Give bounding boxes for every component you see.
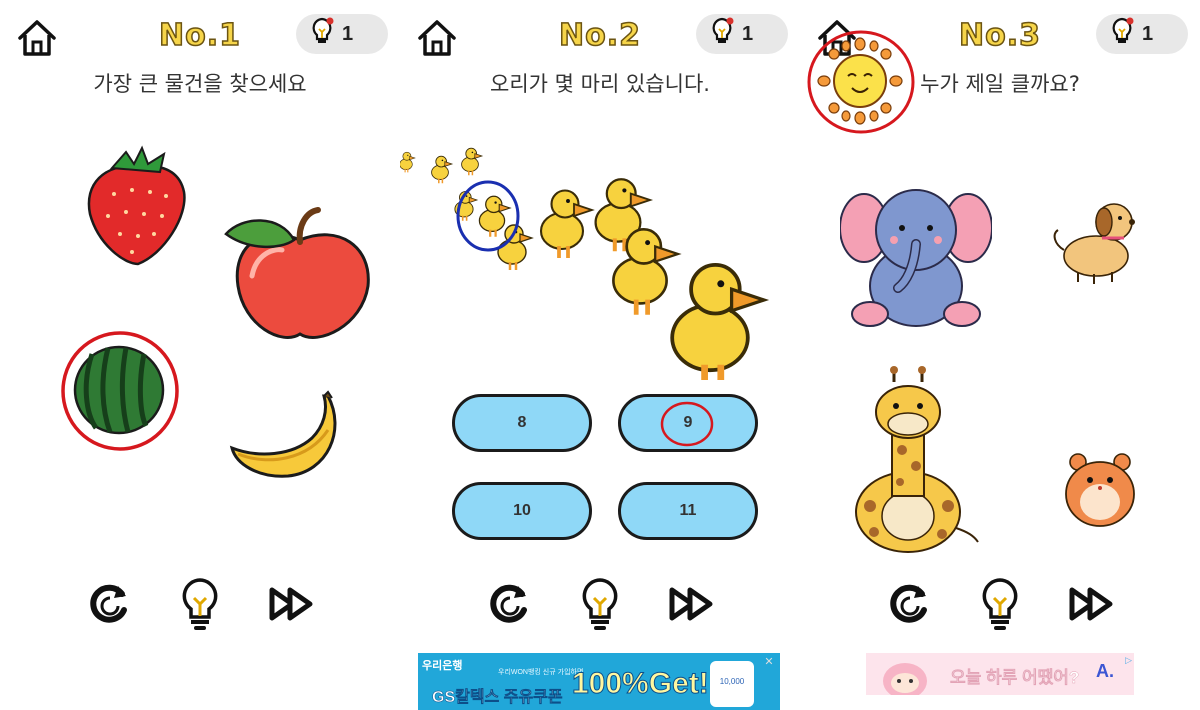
hint-counter-button[interactable]: 1 xyxy=(696,14,788,54)
question-text: 가장 큰 물건을 찾으세요 xyxy=(93,72,307,96)
apple-item[interactable] xyxy=(222,206,372,348)
restart-icon[interactable] xyxy=(80,574,140,634)
hint-count: 1 xyxy=(342,22,354,45)
ad-text: 오늘 하루 어땠어? xyxy=(950,668,1080,687)
fast-forward-icon[interactable] xyxy=(662,574,722,634)
adchoices-icon[interactable]: ▷ xyxy=(1125,655,1132,666)
answer-marker-circle xyxy=(806,30,916,134)
ad-banner[interactable]: 우리은행 우리WON뱅킹 신규 가입하면 GS칼텍스 주유쿠폰 100%Get!… xyxy=(418,653,780,710)
lightbulb-icon[interactable] xyxy=(170,574,230,634)
question-text: 오리가 몇 마리 있습니다. xyxy=(490,72,710,96)
control-bar xyxy=(800,574,1200,634)
banana-item[interactable] xyxy=(228,390,352,484)
answer-marker-circle xyxy=(60,330,180,452)
ad-small-text: 우리WON뱅킹 신규 가입하면 xyxy=(498,669,584,676)
lightbulb-icon[interactable] xyxy=(970,574,1030,634)
ducks-illustration[interactable] xyxy=(400,140,800,380)
restart-icon[interactable] xyxy=(880,574,940,634)
level-panel-1: No.1 1 가장 큰 물건을 찾으세요 xyxy=(0,0,400,710)
dog-item[interactable] xyxy=(1050,200,1146,286)
lightbulb-icon xyxy=(310,17,334,52)
restart-icon[interactable] xyxy=(480,574,540,634)
control-bar xyxy=(0,574,400,634)
answer-option[interactable]: 11 xyxy=(618,482,758,540)
level-panel-2: No.2 1 오리가 몇 마리 있습니다. 8 9 10 11 우리은행 우리W… xyxy=(400,0,800,710)
ad-headline: 100%Get! xyxy=(572,667,710,701)
answer-marker-circle xyxy=(660,400,714,448)
answer-option[interactable]: 10 xyxy=(452,482,592,540)
lightbulb-icon[interactable] xyxy=(570,574,630,634)
fast-forward-icon[interactable] xyxy=(262,574,322,634)
ad-character-image xyxy=(878,655,932,695)
hint-counter-button[interactable]: 1 xyxy=(1096,14,1188,54)
answer-option[interactable]: 8 xyxy=(452,394,592,452)
hint-count: 1 xyxy=(1142,22,1154,45)
lightbulb-icon xyxy=(1110,17,1134,52)
level-panel-3: No.3 1 누가 제일 클까요? 오늘 하루 어땠어? A. ▷ xyxy=(800,0,1200,710)
elephant-item[interactable] xyxy=(839,178,993,332)
hamster-item[interactable] xyxy=(1060,446,1142,530)
fast-forward-icon[interactable] xyxy=(1062,574,1122,634)
strawberry-item[interactable] xyxy=(84,144,192,268)
ad-phone-card: 10,000 xyxy=(710,661,754,707)
hint-counter-button[interactable]: 1 xyxy=(296,14,388,54)
close-icon[interactable]: ✕ xyxy=(762,655,776,669)
ad-banner[interactable]: 오늘 하루 어땠어? A. ▷ xyxy=(866,653,1134,695)
ad-brand: 우리은행 xyxy=(422,660,463,672)
ad-subtitle: GS칼텍스 주유쿠폰 xyxy=(432,689,563,707)
giraffe-item[interactable] xyxy=(844,366,984,556)
lightbulb-icon xyxy=(710,17,734,52)
ad-logo: A. xyxy=(1096,661,1114,681)
control-bar xyxy=(400,574,800,634)
hint-count: 1 xyxy=(742,22,754,45)
